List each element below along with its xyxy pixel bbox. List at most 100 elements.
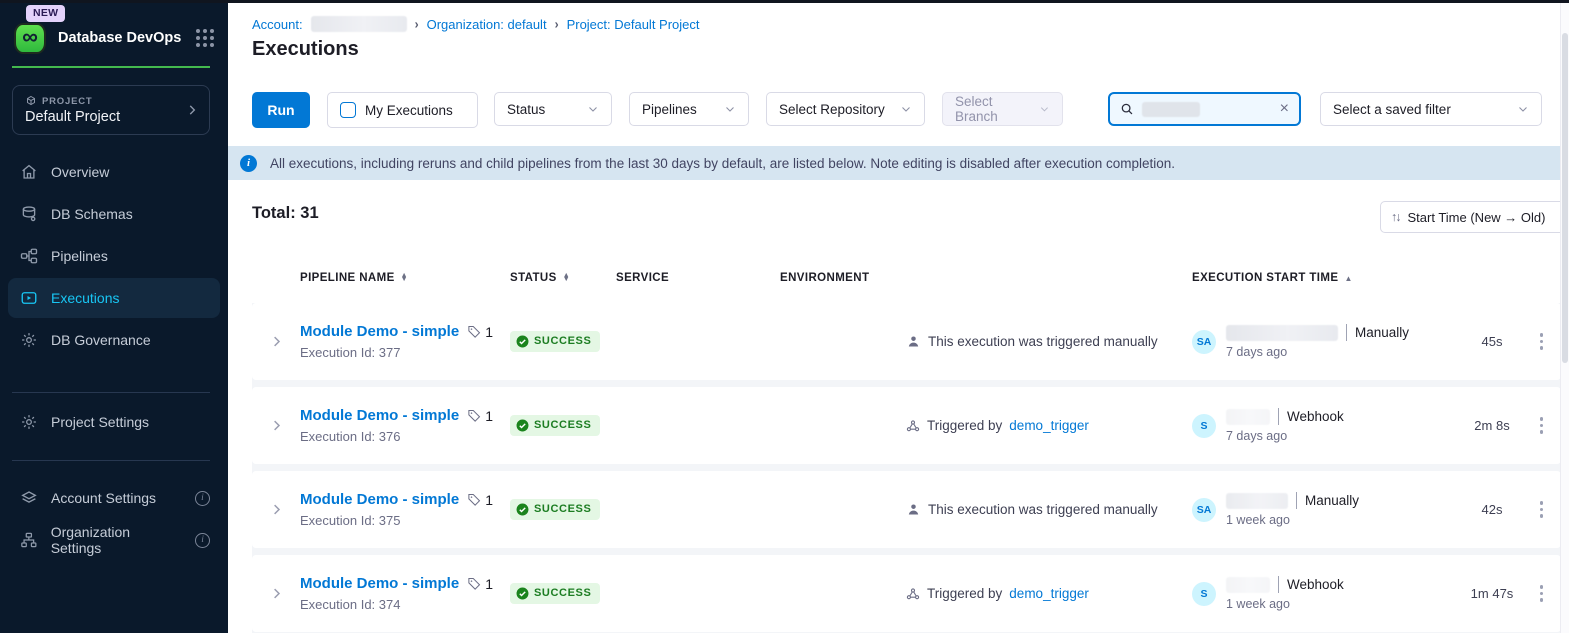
expand-row-button[interactable] bbox=[252, 418, 300, 433]
pipeline-name-link[interactable]: Module Demo - simple bbox=[300, 323, 459, 340]
execution-row: Module Demo - simple 1 Execution Id: 375… bbox=[252, 471, 1561, 548]
pipeline-name-cell: Module Demo - simple 1 Execution Id: 377 bbox=[300, 323, 510, 360]
redacted-account-name bbox=[311, 16, 407, 32]
gear-icon bbox=[20, 331, 38, 349]
execution-row: Module Demo - simple 1 Execution Id: 374… bbox=[252, 555, 1561, 632]
status-badge: SUCCESS bbox=[510, 499, 600, 520]
trigger-link[interactable]: demo_trigger bbox=[1009, 586, 1089, 601]
saved-filter-dropdown[interactable]: Select a saved filter bbox=[1320, 92, 1542, 126]
project-card-name: Default Project bbox=[25, 109, 185, 125]
project-selector[interactable]: PROJECT Default Project bbox=[12, 85, 210, 135]
sidebar-item-db-governance[interactable]: DB Governance bbox=[8, 320, 220, 360]
repository-filter-dropdown[interactable]: Select Repository bbox=[766, 92, 925, 126]
sidebar-item-label: Account Settings bbox=[51, 490, 156, 506]
relative-time: 7 days ago bbox=[1226, 429, 1344, 443]
sidebar-item-db-schemas[interactable]: DB Schemas bbox=[8, 194, 220, 234]
gear-icon bbox=[20, 413, 38, 431]
sidebar-item-label: Overview bbox=[51, 164, 109, 180]
expand-row-button[interactable] bbox=[252, 334, 300, 349]
check-circle-icon bbox=[516, 587, 529, 600]
row-menu-button[interactable] bbox=[1540, 417, 1544, 434]
chevron-down-icon bbox=[900, 103, 912, 115]
database-devops-logo-icon: ∞ bbox=[12, 21, 48, 55]
breadcrumb-organization[interactable]: Organization: default bbox=[427, 17, 547, 32]
chevron-down-icon bbox=[1039, 103, 1050, 115]
module-grid-icon[interactable] bbox=[194, 27, 216, 49]
tag-icon bbox=[467, 408, 482, 423]
redacted-user-name bbox=[1226, 325, 1338, 341]
duration: 42s bbox=[1462, 502, 1522, 517]
trigger-link[interactable]: demo_trigger bbox=[1009, 418, 1089, 433]
pipelines-filter-label: Pipelines bbox=[642, 102, 697, 117]
sort-order-button[interactable]: ↑↓ Start Time (New → Old) bbox=[1380, 201, 1561, 233]
expand-row-button[interactable] bbox=[252, 502, 300, 517]
expand-row-button[interactable] bbox=[252, 586, 300, 601]
chevron-down-icon bbox=[1517, 103, 1529, 115]
info-icon[interactable]: i bbox=[195, 491, 210, 506]
row-menu-button[interactable] bbox=[1540, 585, 1544, 602]
execution-id: Execution Id: 377 bbox=[300, 345, 510, 360]
sidebar-item-executions[interactable]: Executions bbox=[8, 278, 220, 318]
app-title: Database DevOps bbox=[58, 30, 194, 46]
chevron-right-icon bbox=[185, 103, 199, 117]
org-hierarchy-icon bbox=[20, 531, 38, 549]
trigger-cell: Triggered by demo_trigger bbox=[906, 418, 1192, 433]
sidebar-item-label: Executions bbox=[51, 290, 119, 306]
vertical-scrollbar[interactable] bbox=[1560, 3, 1569, 633]
tag-count: 1 bbox=[485, 576, 493, 592]
sidebar-nav-project: Project Settings bbox=[8, 402, 220, 444]
chevron-right-icon bbox=[269, 418, 284, 433]
search-input[interactable]: × bbox=[1108, 92, 1301, 126]
my-executions-toggle[interactable]: My Executions bbox=[327, 92, 478, 128]
pipelines-filter-dropdown[interactable]: Pipelines bbox=[629, 92, 749, 126]
chevron-down-icon bbox=[587, 103, 599, 115]
scrollbar-thumb[interactable] bbox=[1562, 33, 1568, 363]
trigger-mode: Manually bbox=[1355, 325, 1409, 340]
search-icon bbox=[1120, 102, 1134, 116]
status-badge: SUCCESS bbox=[510, 415, 600, 436]
saved-filter-label: Select a saved filter bbox=[1333, 102, 1451, 117]
row-menu-button[interactable] bbox=[1540, 333, 1544, 350]
column-header-status[interactable]: STATUS ▲▼ bbox=[510, 272, 616, 284]
avatar: S bbox=[1192, 582, 1216, 606]
sidebar-item-project-settings[interactable]: Project Settings bbox=[8, 402, 220, 442]
status-cell: SUCCESS bbox=[510, 415, 616, 437]
column-header-pipeline-name[interactable]: PIPELINE NAME ▲▼ bbox=[300, 272, 510, 284]
database-icon bbox=[20, 205, 38, 223]
my-executions-label: My Executions bbox=[365, 103, 453, 118]
info-icon: i bbox=[240, 155, 257, 172]
trigger-text: This execution was triggered manually bbox=[928, 502, 1158, 517]
check-circle-icon bbox=[516, 335, 529, 348]
window-top-edge bbox=[0, 0, 1569, 3]
tag-count: 1 bbox=[485, 324, 493, 340]
sort-ascending-icon: ▲ bbox=[1344, 274, 1352, 283]
status-badge: SUCCESS bbox=[510, 331, 600, 352]
pipeline-name-link[interactable]: Module Demo - simple bbox=[300, 407, 459, 424]
breadcrumb-account[interactable]: Account: bbox=[252, 17, 303, 32]
avatar: SA bbox=[1192, 330, 1216, 354]
tag-icon bbox=[467, 492, 482, 507]
column-header-execution-start-time[interactable]: EXECUTION START TIME ▲ bbox=[1192, 272, 1462, 284]
pipeline-name-link[interactable]: Module Demo - simple bbox=[300, 575, 459, 592]
sidebar-item-overview[interactable]: Overview bbox=[8, 152, 220, 192]
status-filter-dropdown[interactable]: Status bbox=[494, 92, 612, 126]
clear-search-icon[interactable]: × bbox=[1280, 101, 1289, 117]
check-circle-icon bbox=[516, 419, 529, 432]
sidebar-item-label: DB Schemas bbox=[51, 206, 133, 222]
sidebar-item-account-settings[interactable]: Account Settings i bbox=[8, 478, 220, 518]
pipeline-name-link[interactable]: Module Demo - simple bbox=[300, 491, 459, 508]
executions-play-icon bbox=[20, 289, 38, 307]
my-executions-checkbox[interactable] bbox=[340, 102, 356, 118]
sidebar-item-label: Organization Settings bbox=[51, 524, 183, 556]
run-button[interactable]: Run bbox=[252, 92, 310, 128]
info-icon[interactable]: i bbox=[195, 533, 210, 548]
sidebar-item-organization-settings[interactable]: Organization Settings i bbox=[8, 520, 220, 560]
row-menu-button[interactable] bbox=[1540, 501, 1544, 518]
breadcrumb-project[interactable]: Project: Default Project bbox=[567, 17, 700, 32]
execution-row: Module Demo - simple 1 Execution Id: 377… bbox=[252, 303, 1561, 380]
branch-filter-dropdown-disabled: Select Branch bbox=[942, 92, 1063, 126]
sort-both-icon: ▲▼ bbox=[401, 274, 408, 282]
execution-id: Execution Id: 374 bbox=[300, 597, 510, 612]
trigger-cell: Triggered by demo_trigger bbox=[906, 586, 1192, 601]
sidebar-item-pipelines[interactable]: Pipelines bbox=[8, 236, 220, 276]
